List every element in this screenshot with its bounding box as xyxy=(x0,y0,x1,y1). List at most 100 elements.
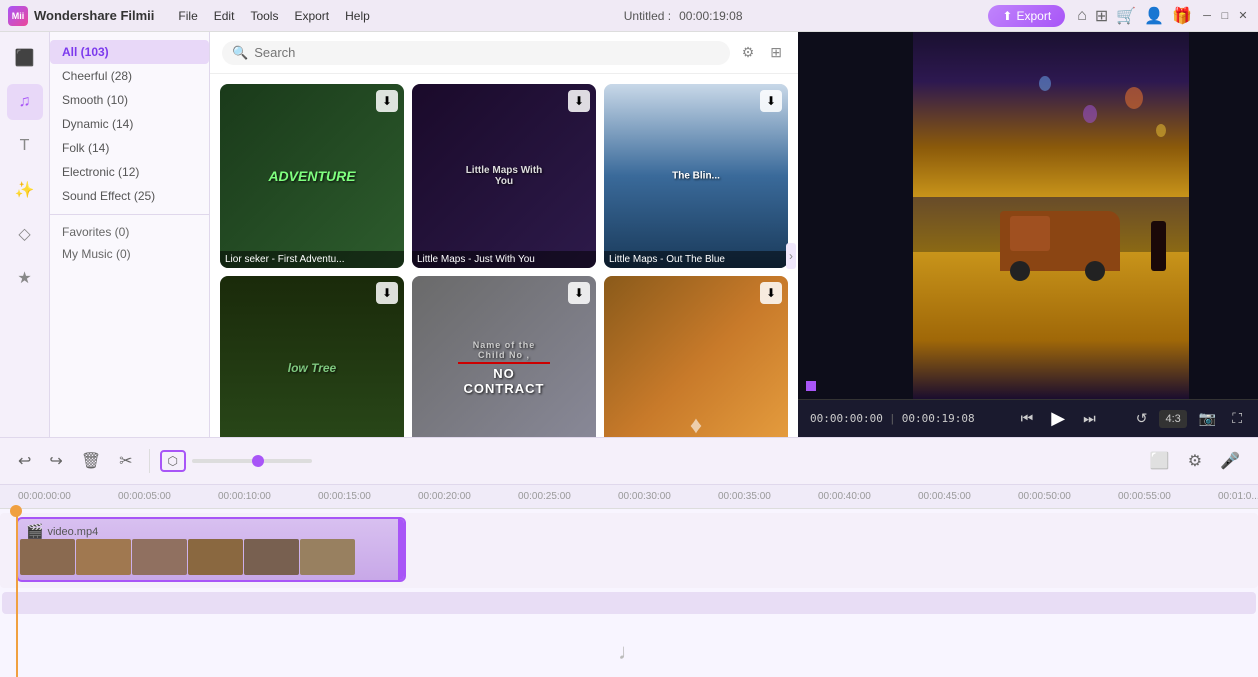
sidebar-effects-icon[interactable]: ✨ xyxy=(7,172,43,208)
settings-button[interactable]: ⚙ xyxy=(1182,447,1208,475)
search-icon: 🔍 xyxy=(232,45,248,61)
cut-button[interactable]: ✂ xyxy=(113,447,138,475)
fullscreen-button[interactable]: ⛶ xyxy=(1228,408,1246,429)
titlebar: Mii Wondershare Filmii File Edit Tools E… xyxy=(0,0,1258,32)
track-clip-video[interactable]: 🎬 video.mp4 xyxy=(16,517,406,582)
aspect-ratio-button[interactable]: 4:3 xyxy=(1159,410,1186,428)
app-name: Wondershare Filmii xyxy=(34,8,154,23)
sidebar-music-icon[interactable]: ♫ xyxy=(7,84,43,120)
category-electronic[interactable]: Electronic (12) xyxy=(50,160,209,184)
music-grid: AdVenTuRe ⬇ Lior seker - First Adventu..… xyxy=(210,74,798,437)
category-smooth[interactable]: Smooth (10) xyxy=(50,88,209,112)
track-clip-label: 🎬 video.mp4 xyxy=(26,523,98,540)
card-3-download[interactable]: ⬇ xyxy=(760,90,782,112)
ruler-mark-12: 00:01:0... xyxy=(1216,491,1258,502)
grid-view-button[interactable]: ⊞ xyxy=(766,40,786,65)
category-cheerful[interactable]: Cheerful (28) xyxy=(50,64,209,88)
music-card-2[interactable]: Little Maps With You ⬇ Little Maps - Jus… xyxy=(412,84,596,268)
screenshot-button[interactable]: 📷 xyxy=(1195,408,1220,429)
clip-resize-handle[interactable] xyxy=(398,519,404,580)
category-all[interactable]: All (103) xyxy=(50,40,209,64)
category-favorites[interactable]: Favorites (0) xyxy=(50,221,209,243)
sidebar-text-icon[interactable]: T xyxy=(7,128,43,164)
time-separator: | xyxy=(891,413,894,425)
skip-start-button[interactable]: ⏮ xyxy=(1017,408,1038,429)
ruler-mark-3: 00:00:15:00 xyxy=(316,491,416,502)
menu-tools[interactable]: Tools xyxy=(242,5,286,27)
sidebar-transitions-icon[interactable]: ◇ xyxy=(7,216,43,252)
grid-icon[interactable]: ⊞ xyxy=(1095,6,1108,26)
card-1-download[interactable]: ⬇ xyxy=(376,90,398,112)
preview-panel: 00:00:00:00 | 00:00:19:08 ⏮ ▶ ⏭ ↺ 4:3 📷 … xyxy=(798,32,1258,437)
category-folk[interactable]: Folk (14) xyxy=(50,136,209,160)
toolbar-right: ⬜ ⚙ 🎤 xyxy=(1144,447,1246,475)
card-3-text: The Blin... xyxy=(672,171,720,182)
menu-help[interactable]: Help xyxy=(337,5,378,27)
ruler-mark-4: 00:00:20:00 xyxy=(416,491,516,502)
preview-video xyxy=(798,32,1258,399)
playhead-handle[interactable] xyxy=(252,455,264,467)
card-6-download[interactable]: ⬇ xyxy=(760,282,782,304)
music-card-6[interactable]: ♦ ⬇ Name of the Child - Suns... xyxy=(604,276,788,437)
search-bar: 🔍 ⚙ ⊞ xyxy=(210,32,798,74)
ruler-mark-7: 00:00:35:00 xyxy=(716,491,816,502)
search-input[interactable] xyxy=(254,45,720,60)
music-card-3[interactable]: The Blin... ⬇ Little Maps - Out The Blue xyxy=(604,84,788,268)
delete-button[interactable]: 🗑 xyxy=(75,447,107,475)
category-sound-effect[interactable]: Sound Effect (25) xyxy=(50,184,209,208)
category-my-music[interactable]: My Music (0) xyxy=(50,243,209,265)
timeline-ruler: 00:00:00:00 00:00:05:00 00:00:10:00 00:0… xyxy=(0,485,1258,509)
editor-toolbar: ↩ ↪ 🗑 ✂ ⬡ ⬜ ⚙ 🎤 xyxy=(0,437,1258,485)
sidebar-icons: ⬛ ♫ T ✨ ◇ ★ xyxy=(0,32,50,437)
maximize-button[interactable]: □ xyxy=(1218,9,1232,23)
playhead-slider[interactable] xyxy=(192,459,312,463)
home-icon[interactable]: ⌂ xyxy=(1077,7,1087,25)
sidebar-filters-icon[interactable]: ★ xyxy=(7,260,43,296)
window-controls: ⌂ ⊞ 🛒 👤 🎁 ─ □ ✕ xyxy=(1077,6,1250,26)
speed-button[interactable]: ↺ xyxy=(1132,408,1152,429)
menu-export[interactable]: Export xyxy=(286,5,337,27)
export-button[interactable]: ⬆ Export xyxy=(988,5,1065,27)
music-card-5[interactable]: Name of the Child No , NOCONTRACT ⬇ Name… xyxy=(412,276,596,437)
time-current: 00:00:00:00 xyxy=(810,412,883,425)
minimize-button[interactable]: ─ xyxy=(1200,9,1214,23)
music-card-1[interactable]: AdVenTuRe ⬇ Lior seker - First Adventu..… xyxy=(220,84,404,268)
music-panel: All (103) Cheerful (28) Smooth (10) Dyna… xyxy=(50,32,210,437)
gift-icon[interactable]: 🎁 xyxy=(1172,6,1192,26)
transition-button[interactable]: ⬜ xyxy=(1144,447,1176,475)
card-5-text: Name of the Child No , NOCONTRACT xyxy=(458,340,550,396)
cart-icon[interactable]: 🛒 xyxy=(1116,6,1136,26)
menu-file[interactable]: File xyxy=(170,5,205,27)
audio-button[interactable]: 🎤 xyxy=(1214,447,1246,475)
timeline-area: 00:00:00:00 00:00:05:00 00:00:10:00 00:0… xyxy=(0,485,1258,677)
undo-button[interactable]: ↩ xyxy=(12,447,37,475)
preview-controls: 00:00:00:00 | 00:00:19:08 ⏮ ▶ ⏭ ↺ 4:3 📷 … xyxy=(798,399,1258,437)
ruler-mark-6: 00:00:30:00 xyxy=(616,491,716,502)
ruler-mark-11: 00:00:55:00 xyxy=(1116,491,1216,502)
project-name: Untitled : xyxy=(624,9,671,23)
card-1-text: AdVenTuRe xyxy=(268,168,355,184)
card-5-download[interactable]: ⬇ xyxy=(568,282,590,304)
music-card-4[interactable]: low Tree ⬇ Low Tree - Up To The Mo... xyxy=(220,276,404,437)
menu-edit[interactable]: Edit xyxy=(206,5,243,27)
card-1-label: Lior seker - First Adventu... xyxy=(220,251,404,268)
redo-button[interactable]: ↪ xyxy=(43,447,68,475)
user-icon[interactable]: 👤 xyxy=(1144,6,1164,26)
ruler-mark-2: 00:00:10:00 xyxy=(216,491,316,502)
card-4-text: low Tree xyxy=(288,361,336,375)
card-4-download[interactable]: ⬇ xyxy=(376,282,398,304)
filter-button[interactable]: ⚙ xyxy=(738,40,759,65)
logo-icon: Mii xyxy=(8,6,28,26)
close-button[interactable]: ✕ xyxy=(1236,9,1250,23)
project-time: 00:00:19:08 xyxy=(679,9,742,23)
split-button[interactable]: ⬡ xyxy=(160,450,186,472)
card-2-text: Little Maps With You xyxy=(458,165,550,187)
ruler-mark-1: 00:00:05:00 xyxy=(116,491,216,502)
card-2-label: Little Maps - Just With You xyxy=(412,251,596,268)
scroll-right-button[interactable]: › xyxy=(786,243,796,269)
play-button[interactable]: ▶ xyxy=(1045,406,1071,431)
category-dynamic[interactable]: Dynamic (14) xyxy=(50,112,209,136)
skip-end-button[interactable]: ⏭ xyxy=(1079,408,1100,429)
sidebar-media-icon[interactable]: ⬛ xyxy=(7,40,43,76)
card-2-download[interactable]: ⬇ xyxy=(568,90,590,112)
